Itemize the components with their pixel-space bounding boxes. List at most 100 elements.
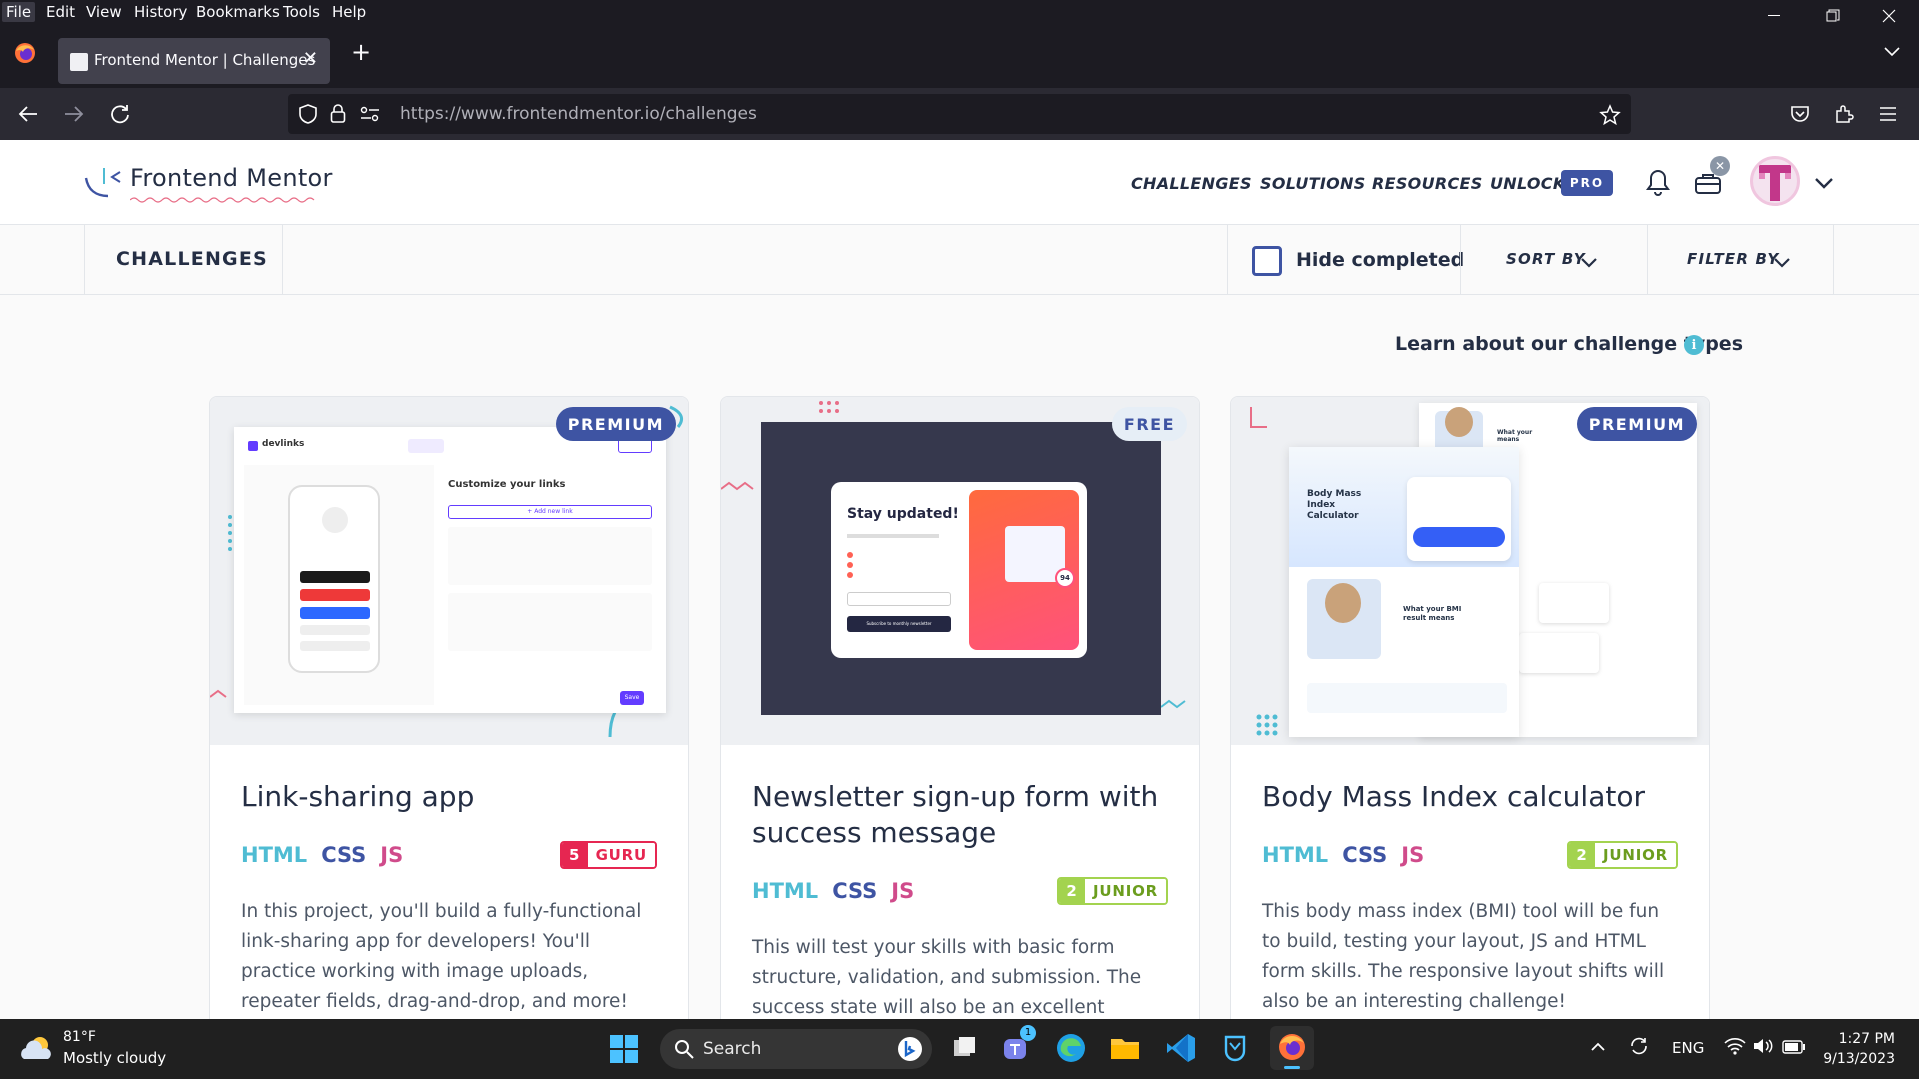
windows-start-icon[interactable]	[610, 1035, 638, 1063]
card-preview-image[interactable]: Stay updated! Subscribe to monthly newsl…	[721, 397, 1199, 745]
taskbar: 81°F Mostly cloudy Search 1 ENG 1:27 PM …	[0, 1019, 1919, 1079]
weather-temperature[interactable]: 81°F	[63, 1029, 96, 1045]
lang-js: JS	[891, 879, 915, 903]
preview-link-row	[448, 527, 652, 585]
file-explorer-icon[interactable]	[1108, 1031, 1142, 1065]
nav-unlock[interactable]: UNLOCK	[1490, 174, 1566, 193]
menu-history[interactable]: History	[130, 2, 191, 22]
card-preview-image[interactable]: devlinks Customize your links + Add new …	[210, 397, 688, 745]
dismiss-icon[interactable]: ✕	[1710, 156, 1730, 176]
language-indicator[interactable]: ENG	[1672, 1039, 1704, 1057]
card-title[interactable]: Body Mass Index calculator	[1262, 779, 1692, 815]
hide-completed-checkbox[interactable]	[1252, 246, 1282, 276]
edge-icon[interactable]	[1054, 1031, 1088, 1065]
lang-html: HTML	[752, 879, 819, 903]
lock-icon[interactable]	[328, 104, 348, 124]
hamburger-menu-icon[interactable]	[1876, 102, 1900, 126]
lang-js: JS	[380, 843, 404, 867]
tab-challenges[interactable]: Frontend Mentor | Challenges ✕	[58, 38, 330, 84]
challenge-card[interactable]: Stay updated! Subscribe to monthly newsl…	[720, 396, 1200, 1036]
task-view-icon[interactable]	[948, 1031, 982, 1065]
teams-icon[interactable]: 1	[1000, 1025, 1036, 1065]
challenge-card[interactable]: What your means Body Mass Index Calculat…	[1230, 396, 1710, 1036]
card-title[interactable]: Newsletter sign-up form with success mes…	[752, 779, 1182, 851]
preview-link-row	[448, 593, 652, 651]
system-clock[interactable]: 1:27 PM 9/13/2023	[1823, 1029, 1895, 1069]
preview-tab	[408, 439, 444, 453]
bell-icon[interactable]	[1645, 168, 1671, 196]
firefox-icon[interactable]	[14, 42, 36, 64]
menu-edit[interactable]: Edit	[42, 2, 79, 22]
clock-time: 1:27 PM	[1838, 1031, 1895, 1047]
card-title[interactable]: Link-sharing app	[241, 779, 671, 815]
lang-html: HTML	[241, 843, 308, 867]
preview-result-heading: What your BMI result means	[1403, 605, 1462, 622]
card-description: This body mass index (BMI) tool will be …	[1262, 901, 1665, 1012]
list-tabs-icon[interactable]	[1880, 40, 1904, 64]
menu-tools[interactable]: Tools	[279, 2, 324, 22]
site-header: Frontend Mentor CHALLENGES SOLUTIONS RES…	[0, 140, 1919, 225]
logo-text: Frontend Mentor	[130, 164, 333, 192]
taskbar-search[interactable]: Search	[660, 1029, 932, 1069]
preview-phone-panel	[244, 465, 434, 705]
url-bar[interactable]: https://www.frontendmentor.io/challenges	[288, 94, 1631, 134]
sync-icon[interactable]	[1628, 1035, 1650, 1061]
weather-cloud-icon[interactable]	[18, 1033, 56, 1063]
nav-solutions[interactable]: SOLUTIONS	[1260, 174, 1366, 193]
card-preview-image[interactable]: What your means Body Mass Index Calculat…	[1231, 397, 1709, 745]
avatar[interactable]	[1750, 156, 1800, 206]
card-languages: HTML CSS JS	[241, 843, 403, 867]
bing-icon[interactable]	[898, 1037, 922, 1061]
sort-by-button[interactable]: SORT BY	[1506, 250, 1586, 268]
sort-chevron-icon[interactable]	[1580, 254, 1598, 273]
favicon-icon	[70, 53, 88, 71]
url-text[interactable]: https://www.frontendmentor.io/challenges	[400, 104, 757, 124]
preview-window: Stay updated! Subscribe to monthly newsl…	[761, 422, 1161, 715]
nav-challenges[interactable]: CHALLENGES	[1131, 174, 1252, 193]
firefox-taskbar-icon[interactable]	[1270, 1026, 1314, 1070]
back-icon[interactable]	[14, 100, 42, 128]
vscode-icon[interactable]	[1164, 1031, 1198, 1065]
wifi-icon[interactable]	[1724, 1037, 1746, 1059]
search-placeholder: Search	[703, 1039, 762, 1059]
difficulty-label: GURU	[587, 843, 655, 867]
hide-completed-label[interactable]: Hide completed	[1296, 249, 1464, 271]
pocket-icon[interactable]	[1788, 102, 1812, 126]
reload-icon[interactable]	[106, 100, 134, 128]
screen: { "browser": { "menu": ["File","Edit","V…	[0, 0, 1919, 1079]
menu-bookmarks[interactable]: Bookmarks	[192, 2, 284, 22]
info-icon[interactable]: i	[1684, 335, 1704, 355]
pinned-app-icon[interactable]	[1218, 1031, 1252, 1065]
battery-icon[interactable]	[1782, 1039, 1806, 1058]
challenge-card[interactable]: devlinks Customize your links + Add new …	[209, 396, 689, 1036]
volume-icon[interactable]	[1752, 1037, 1774, 1059]
pro-badge[interactable]: PRO	[1561, 170, 1613, 196]
premium-badge: PREMIUM	[555, 407, 676, 441]
new-tab-icon[interactable]: +	[347, 38, 375, 66]
tab-bar: Frontend Mentor | Challenges ✕ +	[0, 26, 1919, 88]
weather-condition[interactable]: Mostly cloudy	[63, 1049, 166, 1067]
teams-badge: 1	[1020, 1025, 1036, 1041]
filter-chevron-icon[interactable]	[1773, 254, 1791, 273]
bookmark-star-icon[interactable]	[1599, 104, 1621, 126]
menu-file[interactable]: File	[2, 2, 36, 22]
forward-icon[interactable]	[60, 100, 88, 128]
card-languages: HTML CSS JS	[752, 879, 914, 903]
filter-by-button[interactable]: FILTER BY	[1687, 250, 1779, 268]
menu-help[interactable]: Help	[328, 2, 370, 22]
preview-brand: devlinks	[262, 439, 305, 449]
shield-icon[interactable]	[298, 104, 318, 124]
tray-overflow-icon[interactable]	[1590, 1037, 1606, 1056]
menu-view[interactable]: View	[82, 2, 126, 22]
lang-css: CSS	[832, 879, 878, 903]
difficulty-number: 5	[561, 843, 588, 867]
chevron-down-icon[interactable]	[1814, 176, 1834, 190]
free-badge: FREE	[1111, 407, 1187, 441]
permissions-icon[interactable]	[360, 104, 380, 124]
nav-resources[interactable]: RESOURCES	[1372, 174, 1483, 193]
preview-illustration: 94	[969, 490, 1079, 650]
extensions-icon[interactable]	[1832, 102, 1856, 126]
devlinks-logo-icon	[248, 441, 258, 451]
close-tab-icon[interactable]: ✕	[303, 48, 318, 69]
premium-badge: PREMIUM	[1576, 407, 1697, 441]
